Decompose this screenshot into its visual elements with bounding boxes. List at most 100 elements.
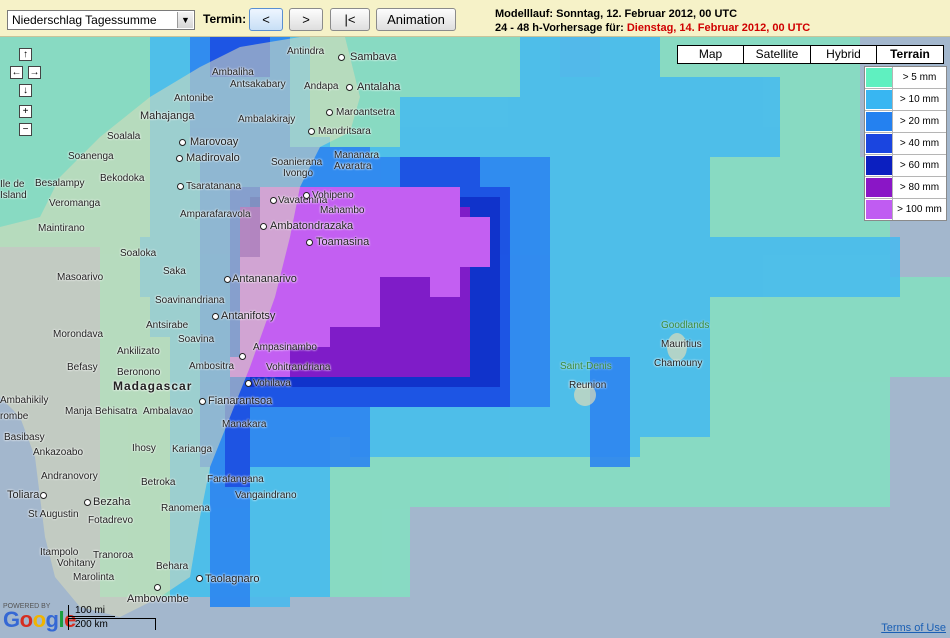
place-label: Antalaha [357, 81, 401, 93]
place-label: Soavina [178, 334, 215, 345]
place-dot [303, 192, 310, 199]
product-select[interactable]: Niederschlag Tagessumme ▼ [7, 10, 195, 30]
place-label: Antanifotsy [221, 310, 276, 322]
place-label: Amparafaravola [180, 209, 251, 220]
legend-label: > 80 mm [892, 177, 946, 198]
place-label: Ankilizato [117, 346, 160, 357]
place-dot [245, 380, 252, 387]
legend-row: > 100 mm [865, 199, 946, 220]
place-label: Ambositra [189, 361, 235, 372]
place-label: Madirovalo [186, 152, 240, 164]
forecast-line: 24 - 48 h-Vorhersage für: Dienstag, 14. … [495, 21, 810, 35]
place-label: Mahajanga [140, 110, 195, 122]
place-label: Antsirabe [146, 320, 189, 331]
place-dot [260, 223, 267, 230]
scale-bar: 100 mi 200 km [68, 605, 156, 630]
legend-swatch [866, 90, 892, 109]
place-label: Marolinta [73, 572, 115, 583]
place-label: Soanierana [271, 157, 323, 168]
place-label: Soaloka [120, 248, 157, 259]
place-dot [270, 197, 277, 204]
pan-right-icon[interactable]: → [28, 66, 41, 79]
place-label: Fianarantsoa [208, 395, 273, 407]
place-label: Mananara [334, 150, 380, 161]
place-label: Ambalavao [143, 406, 194, 417]
place-label: Ile de [0, 179, 25, 190]
place-label: Ambatondrazaka [270, 220, 354, 232]
legend-swatch [866, 200, 892, 219]
place-dot [308, 128, 315, 135]
place-label: Antindra [287, 46, 325, 57]
place-label: Betroka [141, 477, 176, 488]
place-label: Vangaindrano [235, 490, 297, 501]
place-label: Ranomena [161, 503, 210, 514]
place-label: Ankazoabo [33, 447, 84, 458]
animation-button[interactable]: Animation [376, 8, 456, 31]
place-label: Antonibe [174, 93, 214, 104]
maptype-map[interactable]: Map [677, 45, 744, 64]
legend-label: > 5 mm [892, 67, 946, 88]
place-dot [239, 353, 246, 360]
terms-of-use-link[interactable]: Terms of Use [881, 622, 946, 634]
next-button[interactable]: > [289, 8, 323, 31]
place-label: rombe [0, 411, 29, 422]
top-toolbar: Niederschlag Tagessumme ▼ Termin: < > |<… [0, 0, 950, 37]
place-label: Marovoay [190, 136, 239, 148]
place-dot [196, 575, 203, 582]
place-label: Morondava [53, 329, 104, 340]
forecast-date: Dienstag, 14. Februar 2012, 00 UTC [626, 22, 811, 34]
place-dot [177, 183, 184, 190]
place-label: St Augustin [28, 509, 79, 520]
chevron-down-icon[interactable]: ▼ [177, 12, 193, 28]
place-label: Maroantsetra [336, 107, 395, 118]
maptype-terrain[interactable]: Terrain [876, 45, 944, 64]
scale-km: 200 km [68, 618, 156, 630]
place-label: Vohilava [253, 378, 291, 389]
map-graphic [0, 37, 950, 638]
place-label: Soalala [107, 131, 141, 142]
place-dot [306, 239, 313, 246]
pan-left-icon[interactable]: ← [10, 66, 23, 79]
place-label: Veromanga [49, 198, 101, 209]
place-dot [154, 584, 161, 591]
place-label: Taolagnaro [205, 573, 260, 585]
place-label: Masoarivo [57, 272, 104, 283]
place-label: Saint-Denis [560, 361, 612, 372]
maptype-hybrid[interactable]: Hybrid [810, 45, 877, 64]
prev-button[interactable]: < [249, 8, 283, 31]
place-label: Bezaha [93, 496, 131, 508]
legend-row: > 80 mm [865, 177, 946, 199]
scale-mi: 100 mi [68, 605, 115, 617]
place-label: Ambahikily [0, 395, 49, 406]
place-dot [176, 155, 183, 162]
modelllauf-text: Modelllauf: Sonntag, 12. Februar 2012, 0… [495, 8, 738, 20]
maptype-satellite[interactable]: Satellite [743, 45, 811, 64]
termin-label: Termin: [203, 12, 247, 26]
place-dot [338, 54, 345, 61]
place-label: Antsakabary [230, 79, 286, 90]
place-dot [40, 492, 47, 499]
legend-row: > 40 mm [865, 133, 946, 155]
first-button[interactable]: |< [330, 8, 370, 31]
place-label: Andapa [304, 81, 339, 92]
place-label: Ihosy [132, 443, 156, 454]
zoom-in-icon[interactable]: + [19, 105, 32, 118]
precip-legend: > 5 mm > 10 mm > 20 mm > 40 mm > 60 mm >… [864, 66, 947, 221]
zoom-out-icon[interactable]: − [19, 123, 32, 136]
place-label: Tsaratanana [186, 181, 242, 192]
place-label: Manja [65, 406, 93, 417]
legend-swatch [866, 134, 892, 153]
place-label: Manakara [222, 419, 267, 430]
place-label: Ivongo [283, 168, 314, 179]
place-label: Fotadrevo [88, 515, 134, 526]
place-label: Tranoroa [93, 550, 134, 561]
place-label: Mahambo [320, 205, 365, 216]
legend-label: > 10 mm [892, 89, 946, 110]
legend-row: > 60 mm [865, 155, 946, 177]
place-label: Vohitany [57, 558, 96, 569]
map-canvas[interactable]: ↑ ← → ↓ + − Map Satellite Hybrid Terrain… [0, 37, 950, 638]
place-label: Bekodoka [100, 173, 145, 184]
pan-down-icon[interactable]: ↓ [19, 84, 32, 97]
legend-label: > 40 mm [892, 133, 946, 154]
pan-up-icon[interactable]: ↑ [19, 48, 32, 61]
